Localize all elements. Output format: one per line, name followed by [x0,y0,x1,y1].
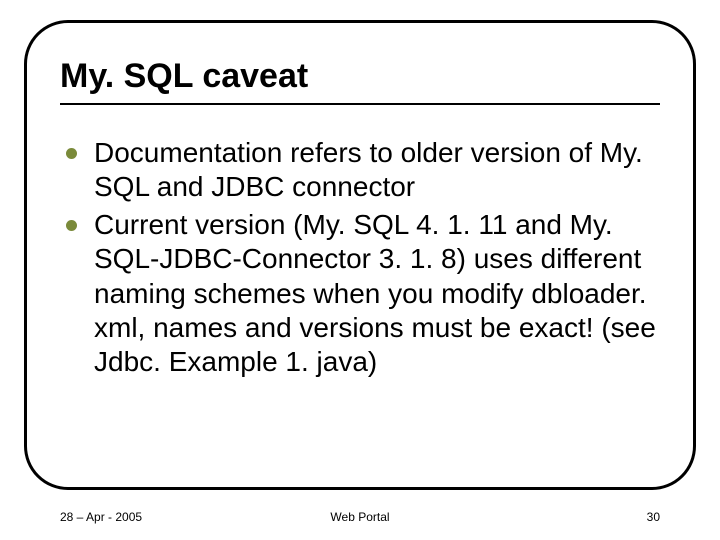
footer-center: Web Portal [330,510,389,524]
slide-title: My. SQL caveat [60,58,660,105]
footer-date: 28 – Apr - 2005 [60,510,142,524]
bullet-list: Documentation refers to older version of… [60,136,660,379]
footer-page-number: 30 [647,510,660,524]
slide: My. SQL caveat Documentation refers to o… [0,0,720,540]
list-item: Current version (My. SQL 4. 1. 11 and My… [60,208,660,379]
list-item: Documentation refers to older version of… [60,136,660,204]
bullet-text: Documentation refers to older version of… [94,137,643,202]
slide-body: Documentation refers to older version of… [60,136,660,383]
bullet-text: Current version (My. SQL 4. 1. 11 and My… [94,209,656,377]
